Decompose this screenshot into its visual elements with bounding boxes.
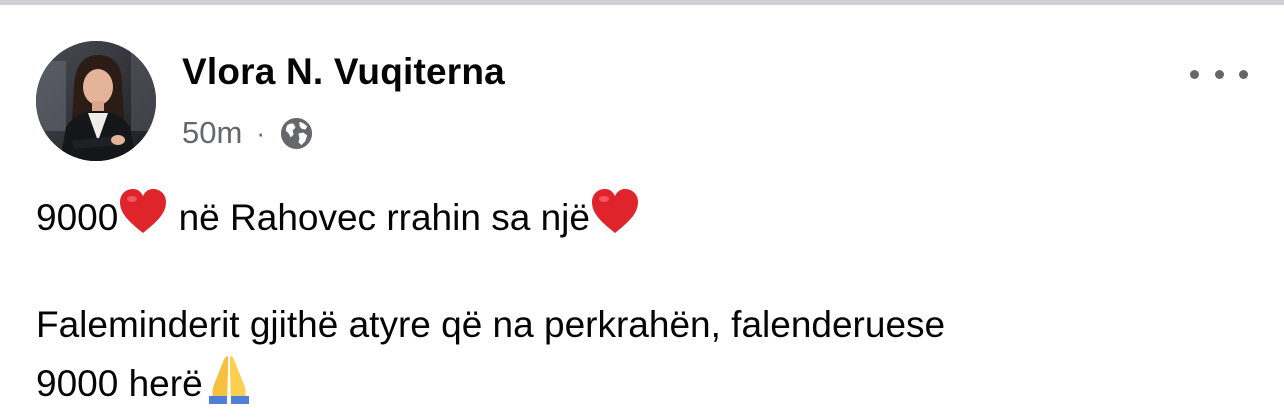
meta-separator: · — [256, 117, 265, 148]
post-card: Vlora N. Vuqiterna 50m · 9000 në Rahovec… — [0, 5, 1284, 418]
more-options-icon — [1190, 69, 1199, 79]
author-avatar[interactable] — [36, 41, 156, 161]
post-text-line-2: Faleminderit gjithë atyre që na perkrahë… — [36, 304, 946, 345]
heart-emoji — [118, 188, 168, 246]
avatar-photo — [36, 41, 156, 161]
author-name[interactable]: Vlora N. Vuqiterna — [182, 51, 505, 93]
post-timestamp[interactable]: 50m — [182, 115, 242, 151]
more-options-button[interactable] — [1190, 57, 1248, 91]
heart-emoji — [590, 188, 640, 246]
post-text-line-1: 9000 në Rahovec rrahin sa një — [36, 188, 640, 249]
post-text-line-3: 9000 herë — [36, 355, 255, 417]
post-meta: 50m · — [182, 113, 314, 153]
globe-icon[interactable] — [279, 116, 314, 151]
folded-hands-emoji — [203, 352, 255, 414]
